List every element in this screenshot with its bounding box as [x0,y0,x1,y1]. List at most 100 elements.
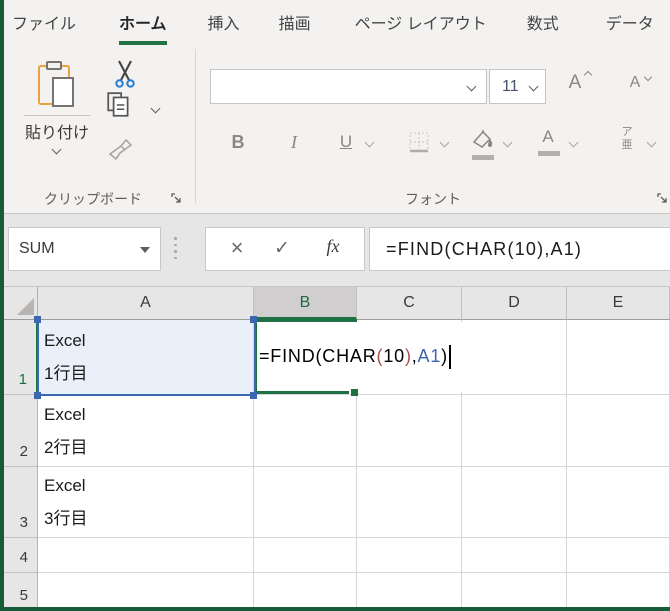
underline-chevron-icon[interactable] [364,137,375,148]
font-size-combobox[interactable]: 11 [489,69,546,104]
cancel-button[interactable]: × [219,235,255,261]
format-painter-icon [108,138,133,161]
copy-button[interactable] [105,91,133,124]
cell-d4[interactable] [462,538,567,573]
format-painter-button[interactable] [106,137,136,168]
font-size-chevron-icon [528,81,539,92]
row-headers: 1 2 3 4 5 [0,320,38,611]
font-name-combobox[interactable] [210,69,487,104]
cell-b1-edit-overlay[interactable]: =FIND(CHAR(10),A1) [256,322,492,392]
fill-color-button[interactable] [470,129,496,160]
cell-d5[interactable] [462,573,567,611]
cell-b5[interactable] [254,573,357,611]
col-header-b[interactable]: B [254,287,357,320]
enter-button[interactable]: ✓ [264,237,300,260]
grid-body: 1 2 3 4 5 Excel 1行目 Excel 2行目 Excel 3行目 … [0,316,670,611]
grow-font-button[interactable]: A [553,70,597,102]
paste-split-divider [24,115,90,116]
clipboard-dialog-launcher[interactable] [171,192,183,204]
grow-font-caret-icon [583,70,593,80]
cell-e1[interactable] [567,320,670,395]
tab-page-layout[interactable]: ページ レイアウト [355,10,487,41]
row-header-2[interactable]: 2 [0,395,38,467]
range-handle[interactable] [250,392,257,399]
col-header-e[interactable]: E [567,287,670,320]
name-box-value: SUM [19,240,55,257]
select-all-button[interactable] [0,287,38,320]
shrink-font-button[interactable]: A [613,72,657,102]
paste-dropdown-chevron-icon[interactable] [51,144,62,155]
fill-color-icon [472,129,493,148]
window-left-edge [0,0,4,611]
cell-a2-line2: 2行目 [44,437,88,457]
cell-c3[interactable] [357,467,462,538]
tab-draw[interactable]: 描画 [279,10,311,41]
underline-button[interactable]: U [332,127,360,159]
cell-a3-line1: Excel [44,476,86,495]
tab-data[interactable]: データ [606,10,654,41]
italic-button[interactable]: I [280,127,308,159]
phonetic-bottom: 亜 [621,139,633,151]
shrink-font-letter: A [629,74,641,91]
clipboard-group: 貼り付け クリップボード [0,45,196,214]
bold-button[interactable]: B [224,127,252,159]
name-box-dropdown-icon[interactable] [140,247,150,253]
font-dialog-launcher[interactable] [657,192,669,204]
col-header-d[interactable]: D [462,287,567,320]
formula-buttons: × ✓ fx [205,227,365,271]
cell-e4[interactable] [567,538,670,573]
fill-handle[interactable] [351,389,358,396]
cell-e2[interactable] [567,395,670,467]
range-handle[interactable] [34,316,41,323]
range-handle[interactable] [250,316,257,323]
col-header-a[interactable]: A [38,287,254,320]
formula-bar-input[interactable]: =FIND(CHAR(10),A1) [369,227,670,271]
cell-c5[interactable] [357,573,462,611]
borders-chevron-icon[interactable] [439,137,450,148]
phonetic-guide-button[interactable]: ア 亜 [616,126,638,152]
cell-d3[interactable] [462,467,567,538]
cell-b2[interactable] [254,395,357,467]
phonetic-chevron-icon[interactable] [646,137,657,148]
cell-b3[interactable] [254,467,357,538]
borders-icon [409,132,429,153]
cell-a3[interactable]: Excel 3行目 [38,467,254,538]
font-color-button[interactable]: A [536,127,560,156]
cell-e3[interactable] [567,467,670,538]
cell-d2[interactable] [462,395,567,467]
copy-dropdown-chevron-icon[interactable] [150,103,161,114]
row-header-5[interactable]: 5 [0,573,38,611]
row-header-4[interactable]: 4 [0,538,38,573]
fill-color-chevron-icon[interactable] [502,137,513,148]
range-handle[interactable] [34,392,41,399]
paste-button[interactable] [36,61,80,111]
cell-a2-line1: Excel [44,404,86,424]
tab-home[interactable]: ホーム [119,10,167,45]
tab-file[interactable]: ファイル [12,10,76,41]
font-color-chevron-icon[interactable] [568,137,579,148]
row-header-1[interactable]: 1 [0,320,38,395]
cell-e5[interactable] [567,573,670,611]
formula-token: =FIND(CHAR [259,346,377,366]
borders-button[interactable] [408,131,430,158]
font-buttons-row: B I U A ア 亜 [196,123,670,169]
cell-b4[interactable] [254,538,357,573]
phonetic-top: ア [621,126,633,138]
tab-insert[interactable]: 挿入 [208,10,240,41]
insert-function-button[interactable]: fx [312,236,354,257]
column-headers: A B C D E [0,287,670,320]
tab-formulas[interactable]: 数式 [527,10,559,41]
cell-c2[interactable] [357,395,462,467]
formula-bar-resizer[interactable] [174,237,177,263]
paste-label[interactable]: 貼り付け [12,119,102,143]
cell-a5[interactable] [38,573,254,611]
col-header-c[interactable]: C [357,287,462,320]
cell-a2[interactable]: Excel 2行目 [38,395,254,467]
cell-a4[interactable] [38,538,254,573]
name-box[interactable]: SUM [8,227,161,271]
grid-row-4 [38,538,670,573]
dialog-launcher-icon [657,193,667,203]
row-header-3[interactable]: 3 [0,467,38,538]
cut-button[interactable] [112,59,138,94]
cell-c4[interactable] [357,538,462,573]
